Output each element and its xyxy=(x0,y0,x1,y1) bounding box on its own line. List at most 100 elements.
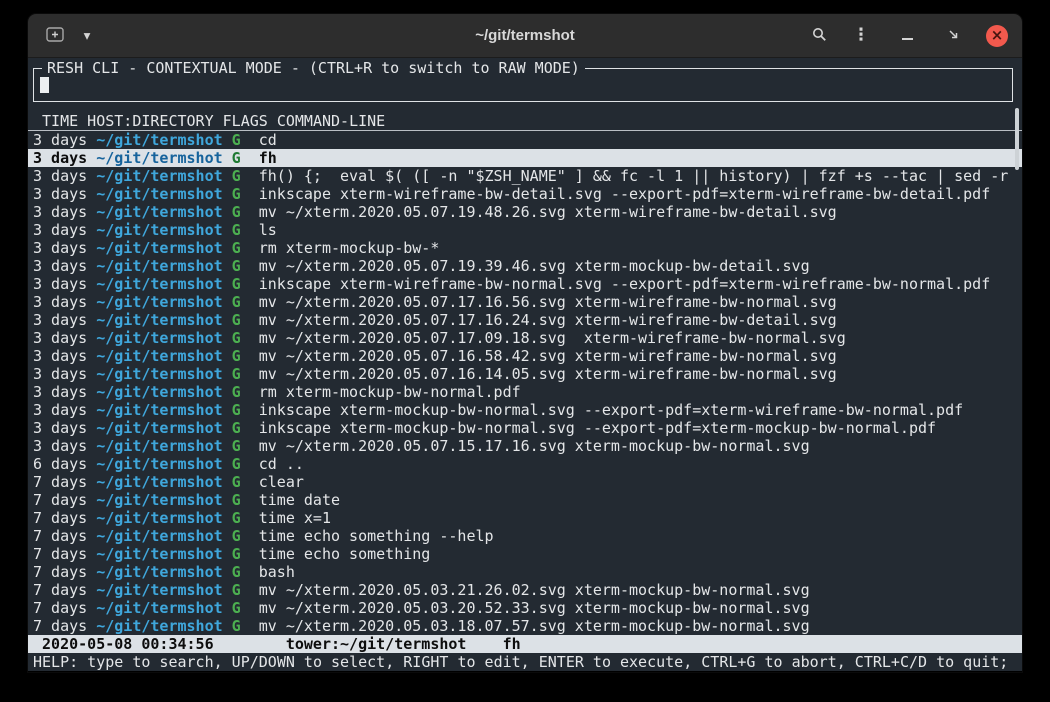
row-flags: G xyxy=(232,257,259,275)
row-directory: ~/git/termshot xyxy=(96,239,231,257)
history-rows: 3 days~/git/termshotGcd 3 days~/git/term… xyxy=(28,131,1022,635)
row-time: 7 days xyxy=(33,527,96,545)
row-directory: ~/git/termshot xyxy=(96,509,231,527)
history-row[interactable]: 6 days~/git/termshotGcd .. xyxy=(28,455,1022,473)
close-button[interactable]: × xyxy=(986,25,1008,47)
row-time: 7 days xyxy=(33,509,96,527)
row-directory: ~/git/termshot xyxy=(96,185,231,203)
row-command: fh xyxy=(259,149,277,167)
row-directory: ~/git/termshot xyxy=(96,329,231,347)
row-time: 3 days xyxy=(33,239,96,257)
restore-button[interactable] xyxy=(940,23,966,49)
menu-button[interactable]: ⋮ xyxy=(848,23,874,49)
history-row[interactable]: 3 days~/git/termshotGinkscape xterm-mock… xyxy=(28,419,1022,437)
row-flags: G xyxy=(232,167,259,185)
row-flags: G xyxy=(232,347,259,365)
titlebar[interactable]: ▾ ~/git/termshot ⋮ xyxy=(28,14,1022,58)
row-time: 3 days xyxy=(33,221,96,239)
row-command: mv ~/xterm.2020.05.07.17.16.56.svg xterm… xyxy=(259,293,837,311)
row-flags: G xyxy=(232,149,259,167)
search-box-title: RESH CLI - CONTEXTUAL MODE - (CTRL+R to … xyxy=(42,59,585,77)
history-row[interactable]: 3 days~/git/termshotGfh() {; eval $( ([ … xyxy=(28,167,1022,185)
history-row[interactable]: 3 days~/git/termshotGinkscape xterm-mock… xyxy=(28,401,1022,419)
row-command: time x=1 xyxy=(259,509,331,527)
row-directory: ~/git/termshot xyxy=(96,275,231,293)
restore-icon xyxy=(947,28,960,44)
row-command: cd .. xyxy=(259,455,304,473)
row-flags: G xyxy=(232,239,259,257)
window-title: ~/git/termshot xyxy=(475,27,575,44)
row-flags: G xyxy=(232,329,259,347)
row-time: 3 days xyxy=(33,167,96,185)
row-flags: G xyxy=(232,455,259,473)
history-row[interactable]: 7 days~/git/termshotGtime x=1 xyxy=(28,509,1022,527)
row-time: 3 days xyxy=(33,437,96,455)
row-directory: ~/git/termshot xyxy=(96,131,231,149)
history-row[interactable]: 3 days~/git/termshotGrm xterm-mockup-bw-… xyxy=(28,239,1022,257)
row-directory: ~/git/termshot xyxy=(96,347,231,365)
search-button[interactable] xyxy=(806,23,832,49)
help-line: HELP: type to search, UP/DOWN to select,… xyxy=(28,653,1022,671)
row-flags: G xyxy=(232,599,259,617)
history-row[interactable]: 3 days~/git/termshotGinkscape xterm-wire… xyxy=(28,275,1022,293)
kebab-menu-icon: ⋮ xyxy=(853,27,870,44)
history-row[interactable]: 7 days~/git/termshotGtime echo something xyxy=(28,545,1022,563)
row-directory: ~/git/termshot xyxy=(96,149,231,167)
row-flags: G xyxy=(232,581,259,599)
row-command: cd xyxy=(259,131,277,149)
row-time: 3 days xyxy=(33,419,96,437)
history-row[interactable]: 3 days~/git/termshotGmv ~/xterm.2020.05.… xyxy=(28,437,1022,455)
row-time: 3 days xyxy=(33,293,96,311)
row-time: 3 days xyxy=(33,275,96,293)
row-time: 3 days xyxy=(33,401,96,419)
minimize-button[interactable] xyxy=(894,23,920,49)
history-row[interactable]: 3 days~/git/termshotGmv ~/xterm.2020.05.… xyxy=(28,347,1022,365)
history-row[interactable]: 3 days~/git/termshotGmv ~/xterm.2020.05.… xyxy=(28,293,1022,311)
row-directory: ~/git/termshot xyxy=(96,581,231,599)
row-directory: ~/git/termshot xyxy=(96,617,231,635)
status-bar: 2020-05-08 00:34:56tower:~/git/termshotf… xyxy=(28,635,1022,653)
new-tab-button[interactable] xyxy=(40,23,70,49)
history-row[interactable]: 3 days~/git/termshotGmv ~/xterm.2020.05.… xyxy=(28,203,1022,221)
history-row[interactable]: 7 days~/git/termshotGmv ~/xterm.2020.05.… xyxy=(28,581,1022,599)
row-flags: G xyxy=(232,401,259,419)
history-row[interactable]: 7 days~/git/termshotGmv ~/xterm.2020.05.… xyxy=(28,617,1022,635)
history-row[interactable]: 7 days~/git/termshotGtime date xyxy=(28,491,1022,509)
close-icon: × xyxy=(991,28,1004,43)
history-row[interactable]: 3 days~/git/termshotGmv ~/xterm.2020.05.… xyxy=(28,365,1022,383)
history-row[interactable]: 7 days~/git/termshotGbash xyxy=(28,563,1022,581)
row-command: mv ~/xterm.2020.05.07.19.39.46.svg xterm… xyxy=(259,257,810,275)
row-command: mv ~/xterm.2020.05.03.20.52.33.svg xterm… xyxy=(259,599,810,617)
history-row[interactable]: 3 days~/git/termshotGfh xyxy=(28,149,1022,167)
row-time: 7 days xyxy=(33,617,96,635)
history-row[interactable]: 7 days~/git/termshotGtime echo something… xyxy=(28,527,1022,545)
row-time: 7 days xyxy=(33,599,96,617)
row-flags: G xyxy=(232,185,259,203)
row-flags: G xyxy=(232,293,259,311)
scrollbar-thumb[interactable] xyxy=(1015,108,1019,170)
history-row[interactable]: 3 days~/git/termshotGcd xyxy=(28,131,1022,149)
row-time: 3 days xyxy=(33,311,96,329)
history-row[interactable]: 7 days~/git/termshotGclear xyxy=(28,473,1022,491)
row-time: 7 days xyxy=(33,545,96,563)
history-row[interactable]: 3 days~/git/termshotGmv ~/xterm.2020.05.… xyxy=(28,329,1022,347)
row-time: 7 days xyxy=(33,581,96,599)
row-flags: G xyxy=(232,473,259,491)
row-flags: G xyxy=(232,221,259,239)
terminal-content[interactable]: RESH CLI - CONTEXTUAL MODE - (CTRL+R to … xyxy=(28,58,1022,671)
row-directory: ~/git/termshot xyxy=(96,311,231,329)
history-row[interactable]: 3 days~/git/termshotGmv ~/xterm.2020.05.… xyxy=(28,257,1022,275)
history-row[interactable]: 3 days~/git/termshotGinkscape xterm-wire… xyxy=(28,185,1022,203)
history-row[interactable]: 3 days~/git/termshotGrm xterm-mockup-bw-… xyxy=(28,383,1022,401)
tab-list-dropdown-button[interactable]: ▾ xyxy=(74,23,100,49)
row-command: fh() {; eval $( ([ -n "$ZSH_NAME" ] && f… xyxy=(259,167,1009,185)
history-row[interactable]: 7 days~/git/termshotGmv ~/xterm.2020.05.… xyxy=(28,599,1022,617)
row-command: mv ~/xterm.2020.05.07.19.48.26.svg xterm… xyxy=(259,203,837,221)
row-directory: ~/git/termshot xyxy=(96,545,231,563)
history-row[interactable]: 3 days~/git/termshotGls xyxy=(28,221,1022,239)
titlebar-left-controls: ▾ xyxy=(40,23,100,49)
row-directory: ~/git/termshot xyxy=(96,437,231,455)
history-row[interactable]: 3 days~/git/termshotGmv ~/xterm.2020.05.… xyxy=(28,311,1022,329)
row-time: 3 days xyxy=(33,347,96,365)
row-flags: G xyxy=(232,545,259,563)
